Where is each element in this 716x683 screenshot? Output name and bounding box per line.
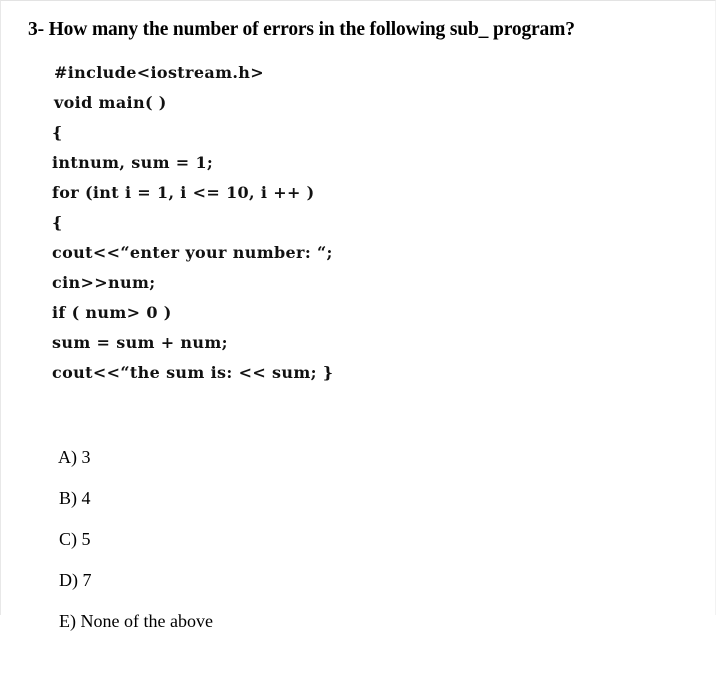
- code-line: cout<<“enter your number: “;: [52, 243, 333, 262]
- option-label: C): [59, 529, 77, 549]
- code-line: void main( ): [54, 93, 167, 112]
- option-text: 3: [81, 447, 91, 467]
- option-text: None of the above: [80, 611, 213, 631]
- answer-option-e[interactable]: E) None of the above: [32, 560, 672, 631]
- option-text: 5: [81, 529, 91, 549]
- answer-option-b[interactable]: B) 4: [32, 437, 672, 508]
- code-line: intnum, sum = 1;: [52, 153, 214, 172]
- code-snippet: #include<iostream.h> void main( ) { intn…: [52, 58, 672, 388]
- option-label: B): [59, 488, 77, 508]
- code-line: if ( num> 0 ): [52, 303, 172, 322]
- answer-options-list: A) 3 B) 4 C) 5 D) 7 E) None of the above: [32, 396, 672, 631]
- code-line: cin>>num;: [52, 273, 156, 292]
- code-line: for (int i = 1, i <= 10, i ++ ): [52, 183, 315, 202]
- option-label: A): [58, 447, 78, 467]
- code-line: {: [52, 123, 63, 142]
- code-line: sum = sum + num;: [52, 333, 228, 352]
- option-text: 4: [81, 488, 91, 508]
- answer-option-d[interactable]: D) 7: [32, 519, 672, 590]
- code-line: #include<iostream.h>: [54, 63, 265, 82]
- answer-option-a[interactable]: A) 3: [32, 396, 672, 467]
- document-page: 3- How many the number of errors in the …: [0, 0, 716, 631]
- option-label: D): [59, 570, 78, 590]
- question-prompt: 3- How many the number of errors in the …: [28, 19, 575, 40]
- option-label: E): [59, 611, 76, 631]
- option-text: 7: [82, 570, 92, 590]
- answer-option-c[interactable]: C) 5: [32, 478, 672, 549]
- code-line: {: [52, 213, 63, 232]
- code-line: cout<<“the sum is: << sum; }: [52, 363, 334, 382]
